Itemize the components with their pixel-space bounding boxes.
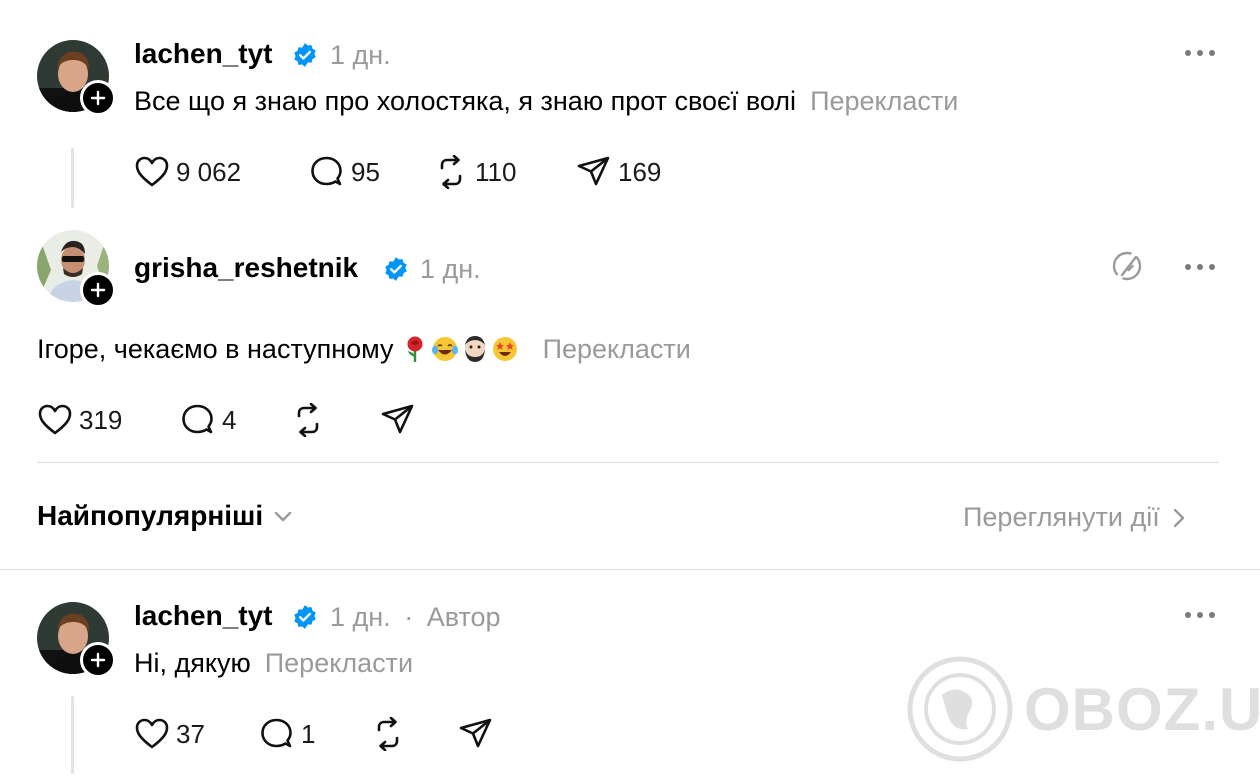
- send-icon: [381, 404, 414, 434]
- meta-separator: ·: [404, 602, 414, 632]
- verified-icon: [294, 605, 316, 629]
- hide-reply-icon[interactable]: [1111, 250, 1143, 282]
- repost-button[interactable]: [290, 403, 326, 437]
- bearded-person-emoji: [465, 336, 486, 362]
- view-activity-link[interactable]: Переглянути дії: [963, 502, 1186, 533]
- reply-username[interactable]: lachen_tyt: [134, 600, 273, 632]
- like-button[interactable]: 9 062: [134, 155, 241, 189]
- post-time: 1 дн.: [330, 40, 391, 70]
- like-count: 37: [176, 718, 205, 749]
- follow-plus-icon[interactable]: [80, 272, 116, 308]
- reply-text-row: Ні, дякую Перекласти: [134, 648, 413, 679]
- emoji-group: [401, 334, 529, 364]
- heart-icon: [135, 156, 169, 187]
- sort-dropdown[interactable]: Найпопулярніші: [37, 500, 293, 532]
- tears-of-joy-emoji: [432, 337, 459, 361]
- translate-link[interactable]: Перекласти: [265, 648, 413, 678]
- comment-icon: [182, 404, 213, 434]
- reply-text: Ні, дякую: [134, 648, 251, 678]
- reply-text: Ігоре, чекаємо в наступному: [37, 334, 394, 364]
- like-button[interactable]: 319: [37, 403, 122, 437]
- comment-icon: [311, 156, 342, 186]
- star-struck-emoji: [493, 337, 518, 361]
- divider: [0, 569, 1260, 570]
- comment-button[interactable]: 4: [180, 403, 236, 437]
- comment-button[interactable]: 1: [259, 717, 315, 751]
- comment-button[interactable]: 95: [309, 155, 380, 189]
- divider: [37, 462, 1219, 463]
- share-button[interactable]: 169: [576, 155, 661, 189]
- repost-icon: [297, 403, 319, 437]
- verified-icon: [385, 257, 407, 281]
- send-icon: [459, 718, 492, 748]
- comment-icon: [261, 718, 292, 748]
- chevron-right-icon: [1173, 508, 1184, 527]
- reply-meta: 1 дн. · Автор: [330, 602, 501, 633]
- chevron-down-icon: [274, 511, 292, 522]
- author-badge: Автор: [426, 602, 501, 632]
- rose-emoji: [407, 336, 423, 362]
- reply-username[interactable]: grisha_reshetnik: [134, 252, 358, 284]
- reply-time: 1 дн.: [420, 254, 481, 284]
- reply-text-row: Ігоре, чекаємо в наступному Перекласти: [37, 334, 691, 365]
- like-count: 9 062: [176, 156, 242, 187]
- like-button[interactable]: 37: [134, 717, 205, 751]
- globe-icon: [907, 656, 1013, 762]
- post-username[interactable]: lachen_tyt: [134, 38, 273, 70]
- share-button[interactable]: [458, 717, 494, 751]
- post-text-row: Все що я знаю про холостяка, я знаю прот…: [134, 86, 958, 117]
- thread-line: [71, 148, 74, 208]
- more-options-icon[interactable]: [1185, 264, 1215, 272]
- reply-time: 1 дн.: [330, 602, 391, 632]
- heart-icon: [38, 404, 72, 435]
- translate-link[interactable]: Перекласти: [543, 334, 691, 364]
- watermark: OBOZ.UA: [906, 655, 1260, 763]
- view-activity-label: Переглянути дії: [963, 502, 1160, 532]
- share-button[interactable]: [380, 403, 416, 437]
- more-options-icon[interactable]: [1185, 612, 1215, 620]
- comment-count: 95: [351, 156, 380, 187]
- verified-icon: [294, 43, 316, 67]
- like-count: 319: [79, 404, 123, 435]
- comment-count: 4: [222, 404, 237, 435]
- more-options-icon[interactable]: [1185, 50, 1215, 58]
- thread-line: [71, 696, 74, 774]
- repost-button[interactable]: 110: [433, 155, 516, 189]
- send-icon: [577, 156, 610, 186]
- repost-count: 110: [475, 156, 517, 187]
- follow-plus-icon[interactable]: [80, 642, 116, 678]
- comment-count: 1: [301, 718, 316, 749]
- sort-label: Найпопулярніші: [37, 500, 264, 531]
- translate-link[interactable]: Перекласти: [810, 86, 958, 116]
- share-count: 169: [618, 156, 662, 187]
- repost-icon: [440, 155, 462, 189]
- post-text: Все що я знаю про холостяка, я знаю прот…: [134, 86, 797, 116]
- follow-plus-icon[interactable]: [80, 80, 116, 116]
- heart-icon: [135, 718, 169, 749]
- watermark-text: OBOZ.UA: [1024, 675, 1260, 743]
- repost-button[interactable]: [370, 717, 406, 751]
- repost-icon: [377, 717, 399, 751]
